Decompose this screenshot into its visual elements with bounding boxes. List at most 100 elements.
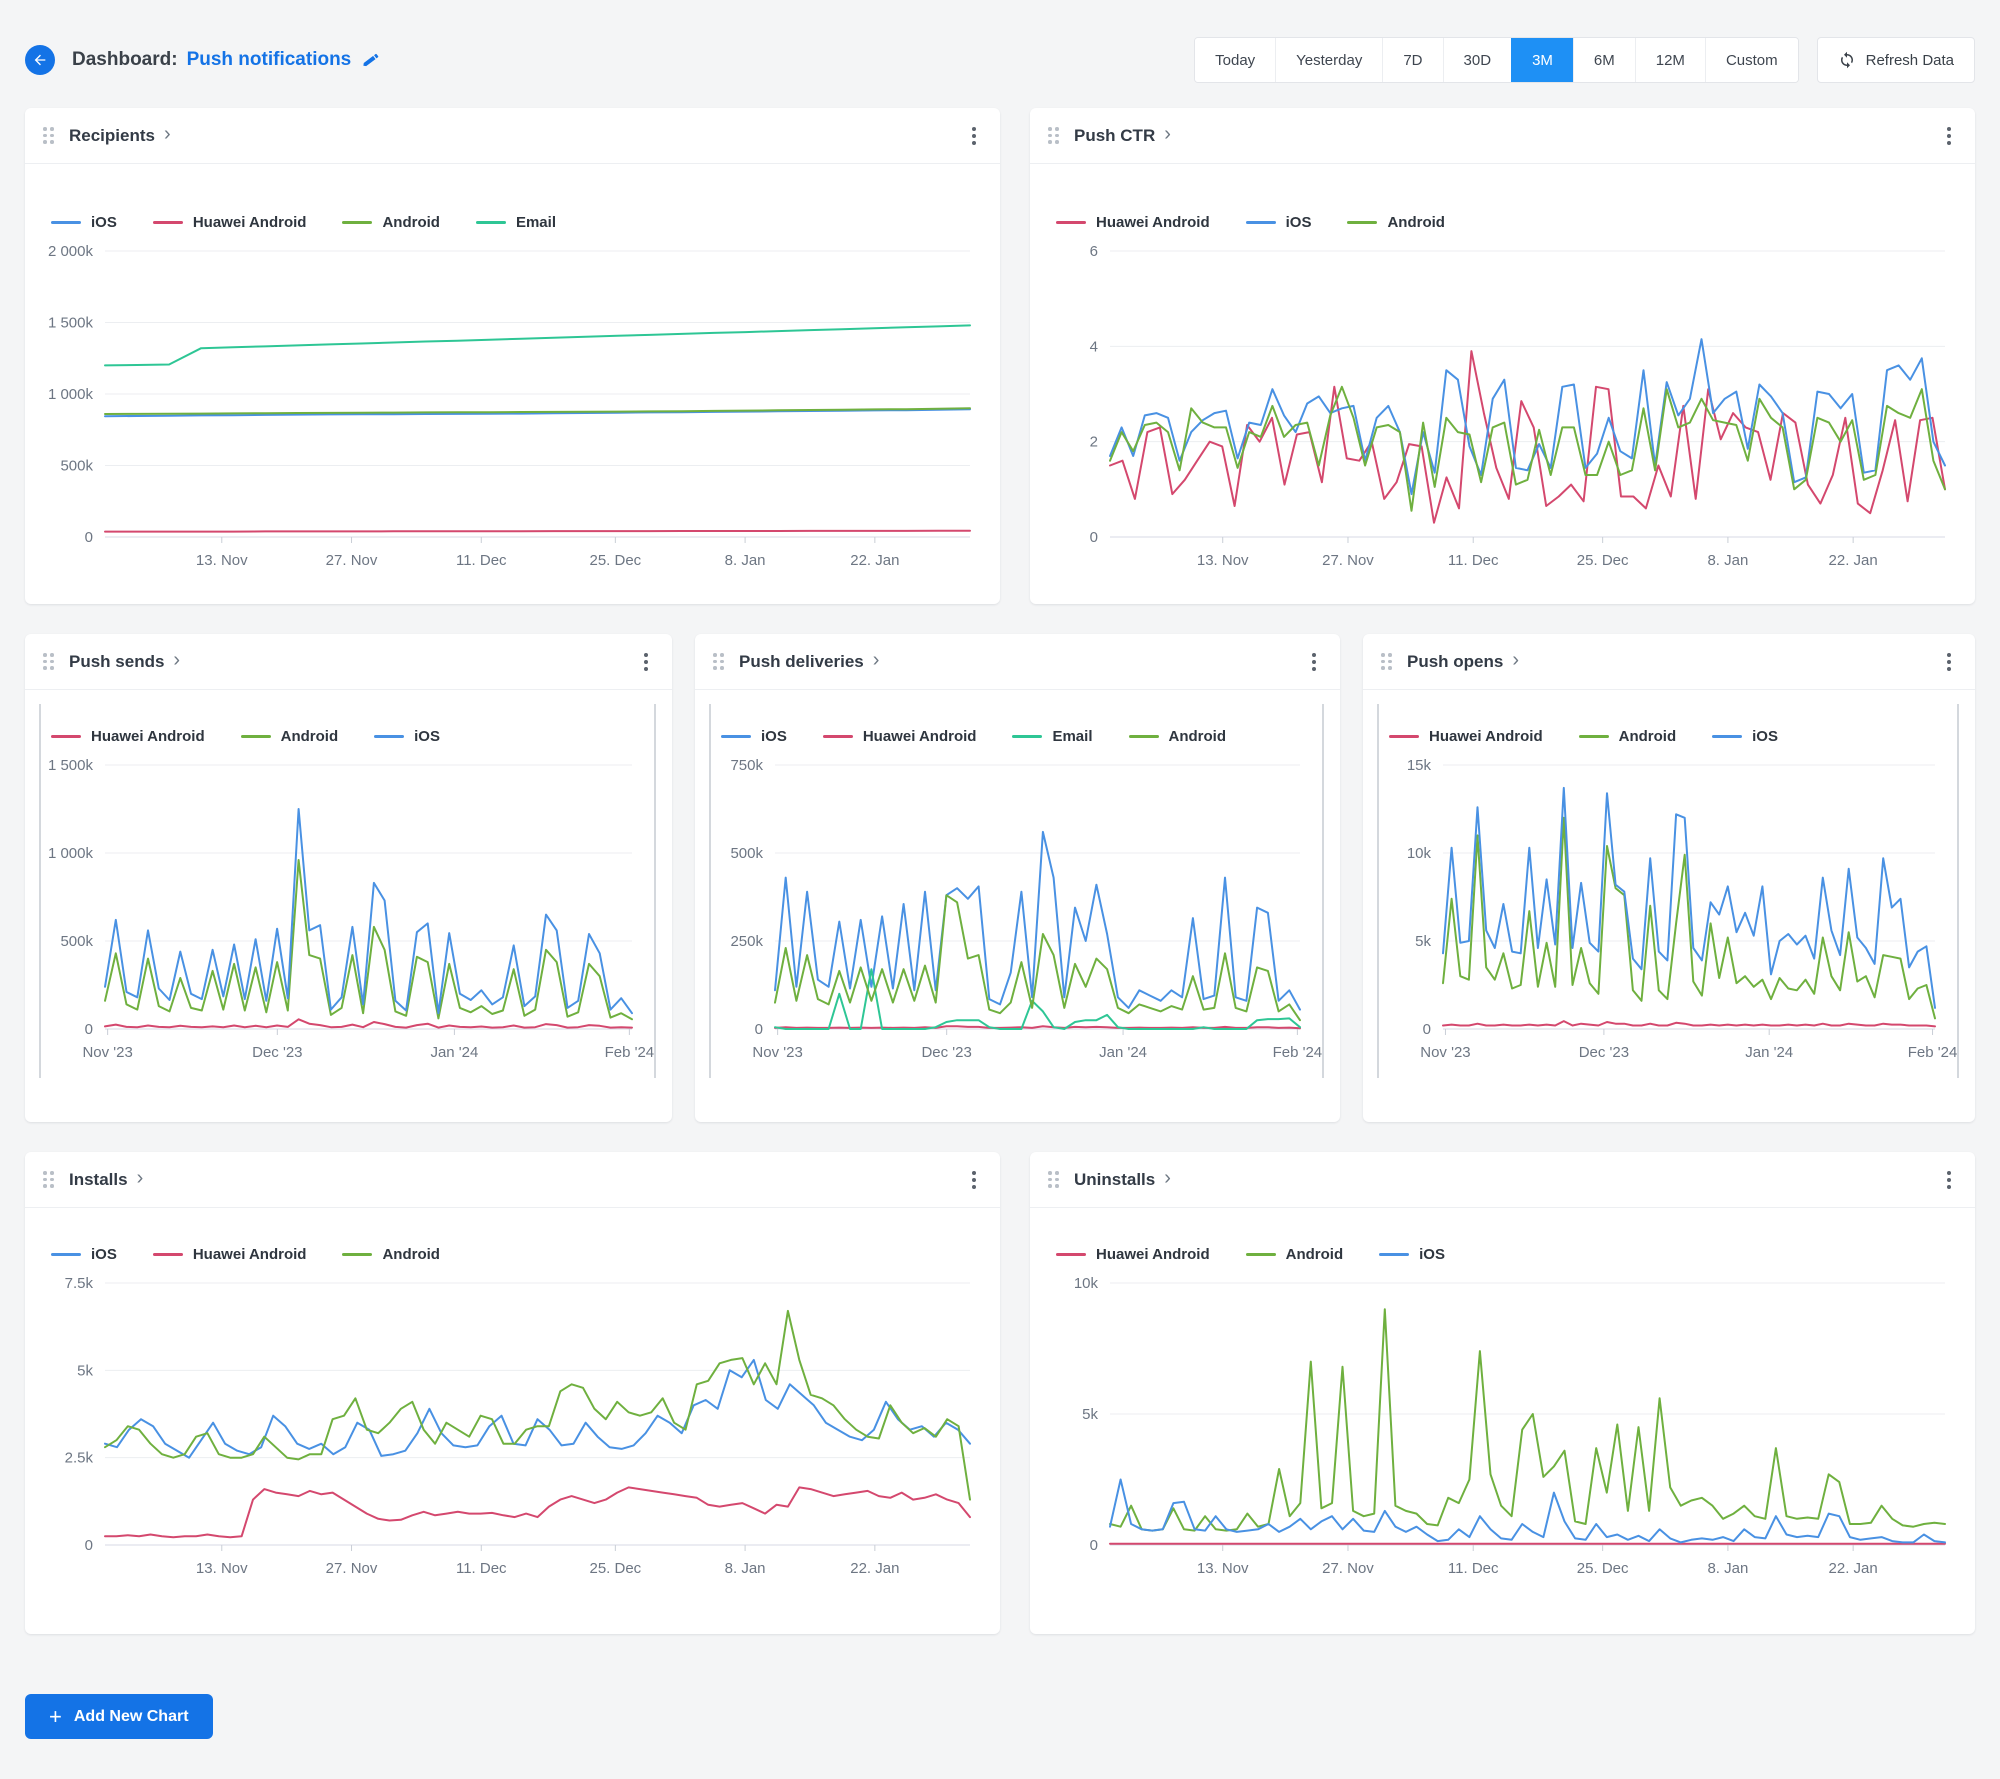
recipients-chart[interactable]: 2 000k 1 500k 1 000k 500k 0 13. Nov 27. Nov 11.… bbox=[39, 241, 986, 571]
legend-item[interactable]: Android bbox=[1578, 728, 1676, 745]
legend-item[interactable]: Huawei Android bbox=[1056, 214, 1210, 231]
refresh-label: Refresh Data bbox=[1865, 51, 1954, 69]
legend-item[interactable]: iOS bbox=[374, 728, 440, 745]
chart-legend: Huawei Android iOS Android bbox=[1030, 164, 1975, 231]
drag-handle-icon[interactable] bbox=[43, 127, 54, 144]
add-new-chart-button[interactable]: + Add New Chart bbox=[25, 1694, 213, 1739]
push-sends-chart[interactable]: 1 500k 1 000k 500k 0 Nov '23 Dec '23 Jan '24 Fe… bbox=[39, 755, 658, 1063]
legend-swatch-icon bbox=[1012, 735, 1043, 738]
legend-swatch-icon bbox=[240, 735, 271, 738]
drag-handle-icon[interactable] bbox=[1048, 1171, 1059, 1188]
legend-label: iOS bbox=[414, 728, 440, 745]
legend-item[interactable]: Huawei Android bbox=[152, 214, 306, 231]
range-button-yesterday[interactable]: Yesterday bbox=[1275, 38, 1383, 82]
legend-item[interactable]: Email bbox=[475, 214, 556, 231]
range-button-3m[interactable]: 3M bbox=[1511, 38, 1573, 82]
svg-text:5k: 5k bbox=[1082, 1406, 1098, 1423]
kebab-menu-button[interactable] bbox=[1943, 121, 1955, 151]
legend-item[interactable]: Android bbox=[1245, 1246, 1343, 1263]
legend-item[interactable]: iOS bbox=[51, 1246, 117, 1263]
legend-item[interactable]: Android bbox=[342, 1246, 440, 1263]
range-button-today[interactable]: Today bbox=[1195, 38, 1276, 82]
card-title-link[interactable]: Uninstalls › bbox=[1074, 1168, 1171, 1191]
svg-text:13. Nov: 13. Nov bbox=[196, 552, 248, 569]
add-chart-label: Add New Chart bbox=[73, 1707, 189, 1725]
card-title-link[interactable]: Push deliveries › bbox=[739, 650, 879, 673]
legend-item[interactable]: iOS bbox=[51, 214, 117, 231]
svg-text:Nov '23: Nov '23 bbox=[82, 1044, 132, 1061]
legend-item[interactable]: iOS bbox=[721, 728, 787, 745]
svg-text:27. Nov: 27. Nov bbox=[326, 1560, 378, 1577]
back-button[interactable] bbox=[25, 45, 55, 75]
legend-label: iOS bbox=[761, 728, 787, 745]
range-button-custom[interactable]: Custom bbox=[1704, 38, 1798, 82]
card-title-link[interactable]: Push CTR › bbox=[1074, 124, 1171, 147]
svg-text:22. Jan: 22. Jan bbox=[1829, 1560, 1878, 1577]
legend-item[interactable]: iOS bbox=[1379, 1246, 1445, 1263]
kebab-menu-button[interactable] bbox=[968, 121, 980, 151]
refresh-data-button[interactable]: Refresh Data bbox=[1816, 37, 1975, 83]
legend-item[interactable]: iOS bbox=[1245, 214, 1311, 231]
range-button-6m[interactable]: 6M bbox=[1572, 38, 1635, 82]
legend-item[interactable]: Huawei Android bbox=[152, 1246, 306, 1263]
uninstalls-chart[interactable]: 10k 5k 0 13. Nov 27. Nov 11. Dec 25. Dec 8. Jan… bbox=[1044, 1273, 1961, 1579]
legend-swatch-icon bbox=[1056, 1253, 1086, 1256]
kebab-menu-button[interactable] bbox=[640, 647, 652, 677]
svg-text:Feb '24: Feb '24 bbox=[605, 1044, 655, 1061]
svg-text:500k: 500k bbox=[60, 458, 93, 475]
range-button-7d[interactable]: 7D bbox=[1382, 38, 1443, 82]
row-1: Recipients › iOS Huawei Android Android Ema… bbox=[25, 108, 1975, 604]
svg-text:22. Jan: 22. Jan bbox=[850, 1560, 899, 1577]
legend-swatch-icon bbox=[152, 1253, 183, 1256]
dashboard-name-link[interactable]: Push notifications bbox=[187, 49, 352, 71]
legend-item[interactable]: Android bbox=[1347, 214, 1445, 231]
plus-icon: + bbox=[49, 1703, 62, 1729]
card-title-link[interactable]: Installs › bbox=[69, 1168, 143, 1191]
legend-item[interactable]: Huawei Android bbox=[1389, 728, 1543, 745]
svg-text:11. Dec: 11. Dec bbox=[1448, 1560, 1499, 1577]
legend-item[interactable]: Email bbox=[1012, 728, 1093, 745]
legend-item[interactable]: Android bbox=[342, 214, 440, 231]
card-title-link[interactable]: Recipients › bbox=[69, 124, 171, 147]
drag-handle-icon[interactable] bbox=[43, 1171, 54, 1188]
drag-handle-icon[interactable] bbox=[1381, 653, 1392, 670]
drag-handle-icon[interactable] bbox=[1048, 127, 1059, 144]
kebab-menu-button[interactable] bbox=[1308, 647, 1320, 677]
card-push-sends: Push sends › Huawei Android Android iOS 1 … bbox=[25, 634, 672, 1122]
push-ctr-chart[interactable]: 6 4 2 0 13. Nov 27. Nov 11. Dec 25. Dec 8. Jan 22… bbox=[1044, 241, 1961, 571]
push-deliveries-chart[interactable]: 750k 500k 250k 0 Nov '23 Dec '23 Jan '24 Feb '2… bbox=[709, 755, 1326, 1063]
installs-chart[interactable]: 7.5k 5k 2.5k 0 13. Nov 27. Nov 11. Dec 25. Dec 8… bbox=[39, 1273, 986, 1579]
chart-legend: Huawei Android Android iOS bbox=[1363, 690, 1975, 745]
legend-item[interactable]: Huawei Android bbox=[51, 728, 205, 745]
card-title: Installs bbox=[69, 1169, 128, 1189]
legend-swatch-icon bbox=[374, 735, 405, 738]
legend-swatch-icon bbox=[1128, 735, 1159, 738]
drag-handle-icon[interactable] bbox=[713, 653, 724, 670]
kebab-menu-button[interactable] bbox=[1943, 647, 1955, 677]
legend-label: Android bbox=[382, 1246, 440, 1263]
range-button-12m[interactable]: 12M bbox=[1634, 38, 1705, 82]
card-title-link[interactable]: Push sends › bbox=[69, 650, 180, 673]
card-title-link[interactable]: Push opens › bbox=[1407, 650, 1519, 673]
legend-item[interactable]: Android bbox=[240, 728, 338, 745]
svg-text:11. Dec: 11. Dec bbox=[456, 1560, 507, 1577]
kebab-menu-button[interactable] bbox=[1943, 1165, 1955, 1195]
legend-item[interactable]: Huawei Android bbox=[822, 728, 976, 745]
card-title: Uninstalls bbox=[1074, 1169, 1156, 1189]
legend-item[interactable]: Android bbox=[1128, 728, 1226, 745]
push-opens-chart[interactable]: 15k 10k 5k 0 Nov '23 Dec '23 Jan '24 Feb '24 bbox=[1377, 755, 1961, 1063]
svg-text:8. Jan: 8. Jan bbox=[725, 1560, 766, 1577]
range-button-30d[interactable]: 30D bbox=[1442, 38, 1512, 82]
legend-label: Huawei Android bbox=[1096, 1246, 1210, 1263]
legend-swatch-icon bbox=[1389, 735, 1419, 738]
kebab-menu-button[interactable] bbox=[968, 1165, 980, 1195]
legend-item[interactable]: iOS bbox=[1712, 728, 1778, 745]
legend-swatch-icon bbox=[51, 1253, 81, 1256]
arrow-left-icon bbox=[34, 54, 46, 66]
edit-pencil-icon[interactable] bbox=[361, 50, 381, 70]
svg-text:8. Jan: 8. Jan bbox=[1707, 1560, 1748, 1577]
svg-text:500k: 500k bbox=[730, 845, 763, 862]
legend-item[interactable]: Huawei Android bbox=[1056, 1246, 1210, 1263]
drag-handle-icon[interactable] bbox=[43, 653, 54, 670]
chevron-right-icon: › bbox=[173, 649, 181, 671]
